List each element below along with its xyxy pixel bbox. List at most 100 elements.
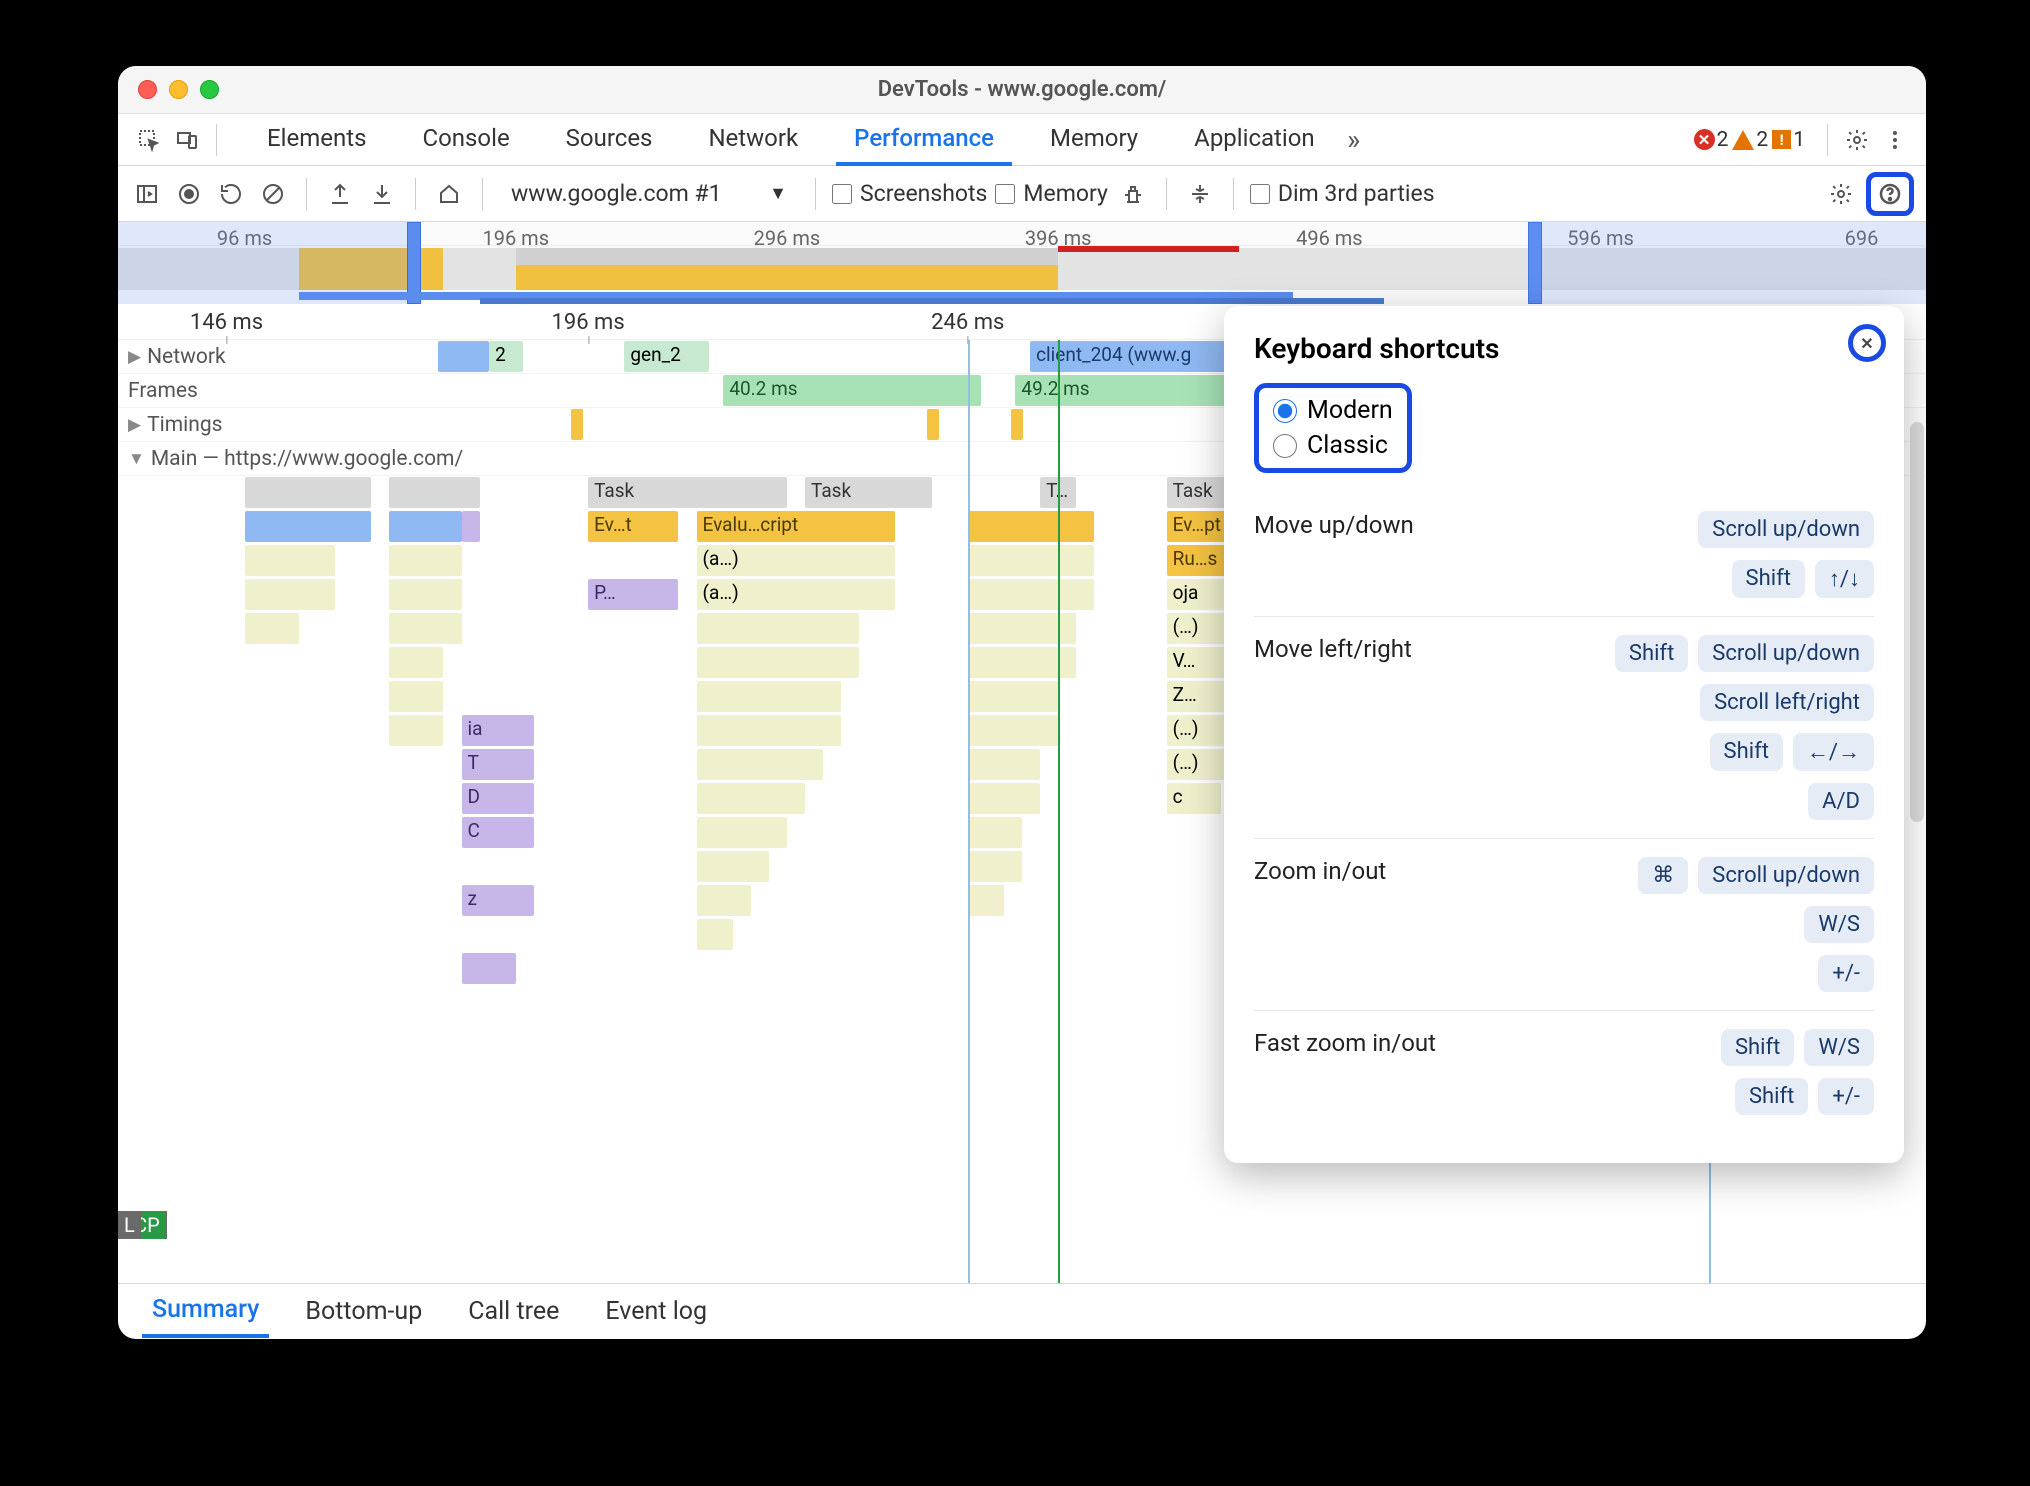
flame-bar[interactable]: [245, 511, 372, 542]
tab-application[interactable]: Application: [1176, 114, 1333, 166]
flame-bar[interactable]: [697, 681, 842, 712]
flame-bar[interactable]: [697, 647, 860, 678]
flame-bar[interactable]: [1011, 409, 1023, 440]
flame-bar[interactable]: [389, 579, 461, 610]
flame-bar[interactable]: [697, 851, 769, 882]
track-label[interactable]: ▶Network: [118, 340, 236, 373]
bottom-tab-call-tree[interactable]: Call tree: [458, 1287, 569, 1336]
shortcuts-help-button[interactable]: [1866, 172, 1914, 216]
flame-bar[interactable]: [697, 749, 824, 780]
flame-bar[interactable]: [968, 783, 1040, 814]
flame-bar[interactable]: [389, 545, 461, 576]
flame-bar[interactable]: c: [1167, 783, 1221, 814]
flame-bar[interactable]: [697, 919, 733, 950]
window-close-icon[interactable]: [138, 80, 157, 99]
flame-bar[interactable]: [968, 715, 1058, 746]
flame-bar[interactable]: 40.2 ms: [723, 375, 981, 406]
flame-bar[interactable]: [697, 715, 842, 746]
settings-gear-icon[interactable]: [1840, 123, 1874, 157]
mode-radio-classic[interactable]: Classic: [1273, 431, 1393, 460]
flame-bar[interactable]: [968, 511, 1095, 542]
flame-bar[interactable]: ia: [462, 715, 534, 746]
tab-performance[interactable]: Performance: [836, 114, 1012, 166]
tab-network[interactable]: Network: [690, 114, 816, 166]
track-label[interactable]: ▶Timings: [118, 408, 232, 441]
window-minimize-icon[interactable]: [169, 80, 188, 99]
flame-bar[interactable]: C: [462, 817, 534, 848]
flame-bar[interactable]: [462, 953, 516, 984]
home-icon[interactable]: [432, 177, 466, 211]
tab-sources[interactable]: Sources: [548, 114, 671, 166]
bottom-tab-summary[interactable]: Summary: [142, 1285, 269, 1338]
flame-bar[interactable]: [697, 885, 751, 916]
kebab-menu-icon[interactable]: [1878, 123, 1912, 157]
bottom-tab-event-log[interactable]: Event log: [595, 1287, 717, 1336]
marker-load[interactable]: L: [118, 1211, 141, 1239]
flame-bar[interactable]: [245, 613, 299, 644]
flame-bar[interactable]: Evalu…cript: [697, 511, 896, 542]
flame-bar[interactable]: [697, 613, 860, 644]
disclosure-icon[interactable]: ▶: [128, 415, 141, 435]
flame-bar[interactable]: [697, 817, 787, 848]
flame-bar[interactable]: (a…): [697, 579, 896, 610]
upload-icon[interactable]: [323, 177, 357, 211]
disclosure-icon[interactable]: ▶: [128, 347, 141, 367]
flame-bar[interactable]: [438, 341, 489, 372]
flame-bar[interactable]: [389, 715, 443, 746]
device-icon[interactable]: [170, 123, 204, 157]
inspect-icon[interactable]: [132, 123, 166, 157]
flame-bar[interactable]: 2: [489, 341, 523, 372]
tab-elements[interactable]: Elements: [249, 114, 384, 166]
flame-bar[interactable]: [968, 817, 1022, 848]
more-tabs-icon[interactable]: »: [1337, 123, 1371, 157]
tab-console[interactable]: Console: [404, 114, 527, 166]
error-badge[interactable]: ✕2: [1694, 128, 1729, 152]
flame-bar[interactable]: [245, 545, 335, 576]
flame-bar[interactable]: [968, 851, 1022, 882]
flame-bar[interactable]: [389, 613, 461, 644]
flame-bar[interactable]: [927, 409, 939, 440]
flame-bar[interactable]: [245, 579, 335, 610]
close-icon[interactable]: ✕: [1848, 324, 1886, 362]
flame-bar[interactable]: [245, 477, 372, 508]
flame-bar[interactable]: gen_2: [624, 341, 709, 372]
screenshots-checkbox[interactable]: Screenshots: [832, 180, 987, 207]
bottom-tab-bottom-up[interactable]: Bottom-up: [295, 1287, 432, 1336]
record-icon[interactable]: [172, 177, 206, 211]
toggle-sidebar-icon[interactable]: [130, 177, 164, 211]
memory-checkbox[interactable]: Memory: [995, 180, 1107, 207]
flame-bar[interactable]: P…: [588, 579, 678, 610]
flame-bar[interactable]: [968, 579, 1095, 610]
gc-icon[interactable]: [1116, 177, 1150, 211]
flame-bar[interactable]: [968, 749, 1040, 780]
flame-bar[interactable]: [968, 681, 1058, 712]
flame-bar[interactable]: [389, 477, 479, 508]
flame-bar[interactable]: [697, 783, 805, 814]
flame-bar[interactable]: [571, 409, 583, 440]
flame-bar[interactable]: [389, 681, 443, 712]
download-icon[interactable]: [365, 177, 399, 211]
perf-settings-gear-icon[interactable]: [1824, 177, 1858, 211]
flame-bar[interactable]: [968, 545, 1095, 576]
warning-badge[interactable]: 2: [1732, 128, 1768, 152]
tab-memory[interactable]: Memory: [1032, 114, 1156, 166]
flame-bar[interactable]: Ev…t: [588, 511, 678, 542]
flame-bar[interactable]: D: [462, 783, 534, 814]
track-label[interactable]: Frames: [118, 374, 208, 407]
issues-badge[interactable]: !1: [1772, 128, 1805, 152]
disclosure-icon[interactable]: ▼: [128, 449, 145, 469]
flame-bar[interactable]: Task: [588, 477, 787, 508]
collapse-icon[interactable]: [1183, 177, 1217, 211]
flame-bar[interactable]: Task: [805, 477, 932, 508]
flame-bar[interactable]: (a…): [697, 545, 896, 576]
flame-bar[interactable]: [462, 511, 480, 542]
recording-select[interactable]: www.google.com #1 ▼: [499, 176, 799, 211]
flame-bar[interactable]: [968, 885, 1004, 916]
dim-3rd-parties-checkbox[interactable]: Dim 3rd parties: [1250, 180, 1435, 207]
overview-strip[interactable]: 96 ms196 ms296 ms396 ms496 ms596 ms696 m…: [118, 222, 1926, 304]
clear-icon[interactable]: [256, 177, 290, 211]
scrollbar[interactable]: [1910, 422, 1924, 822]
flame-bar[interactable]: z: [462, 885, 534, 916]
flame-bar[interactable]: T: [462, 749, 534, 780]
flame-bar[interactable]: [389, 647, 443, 678]
